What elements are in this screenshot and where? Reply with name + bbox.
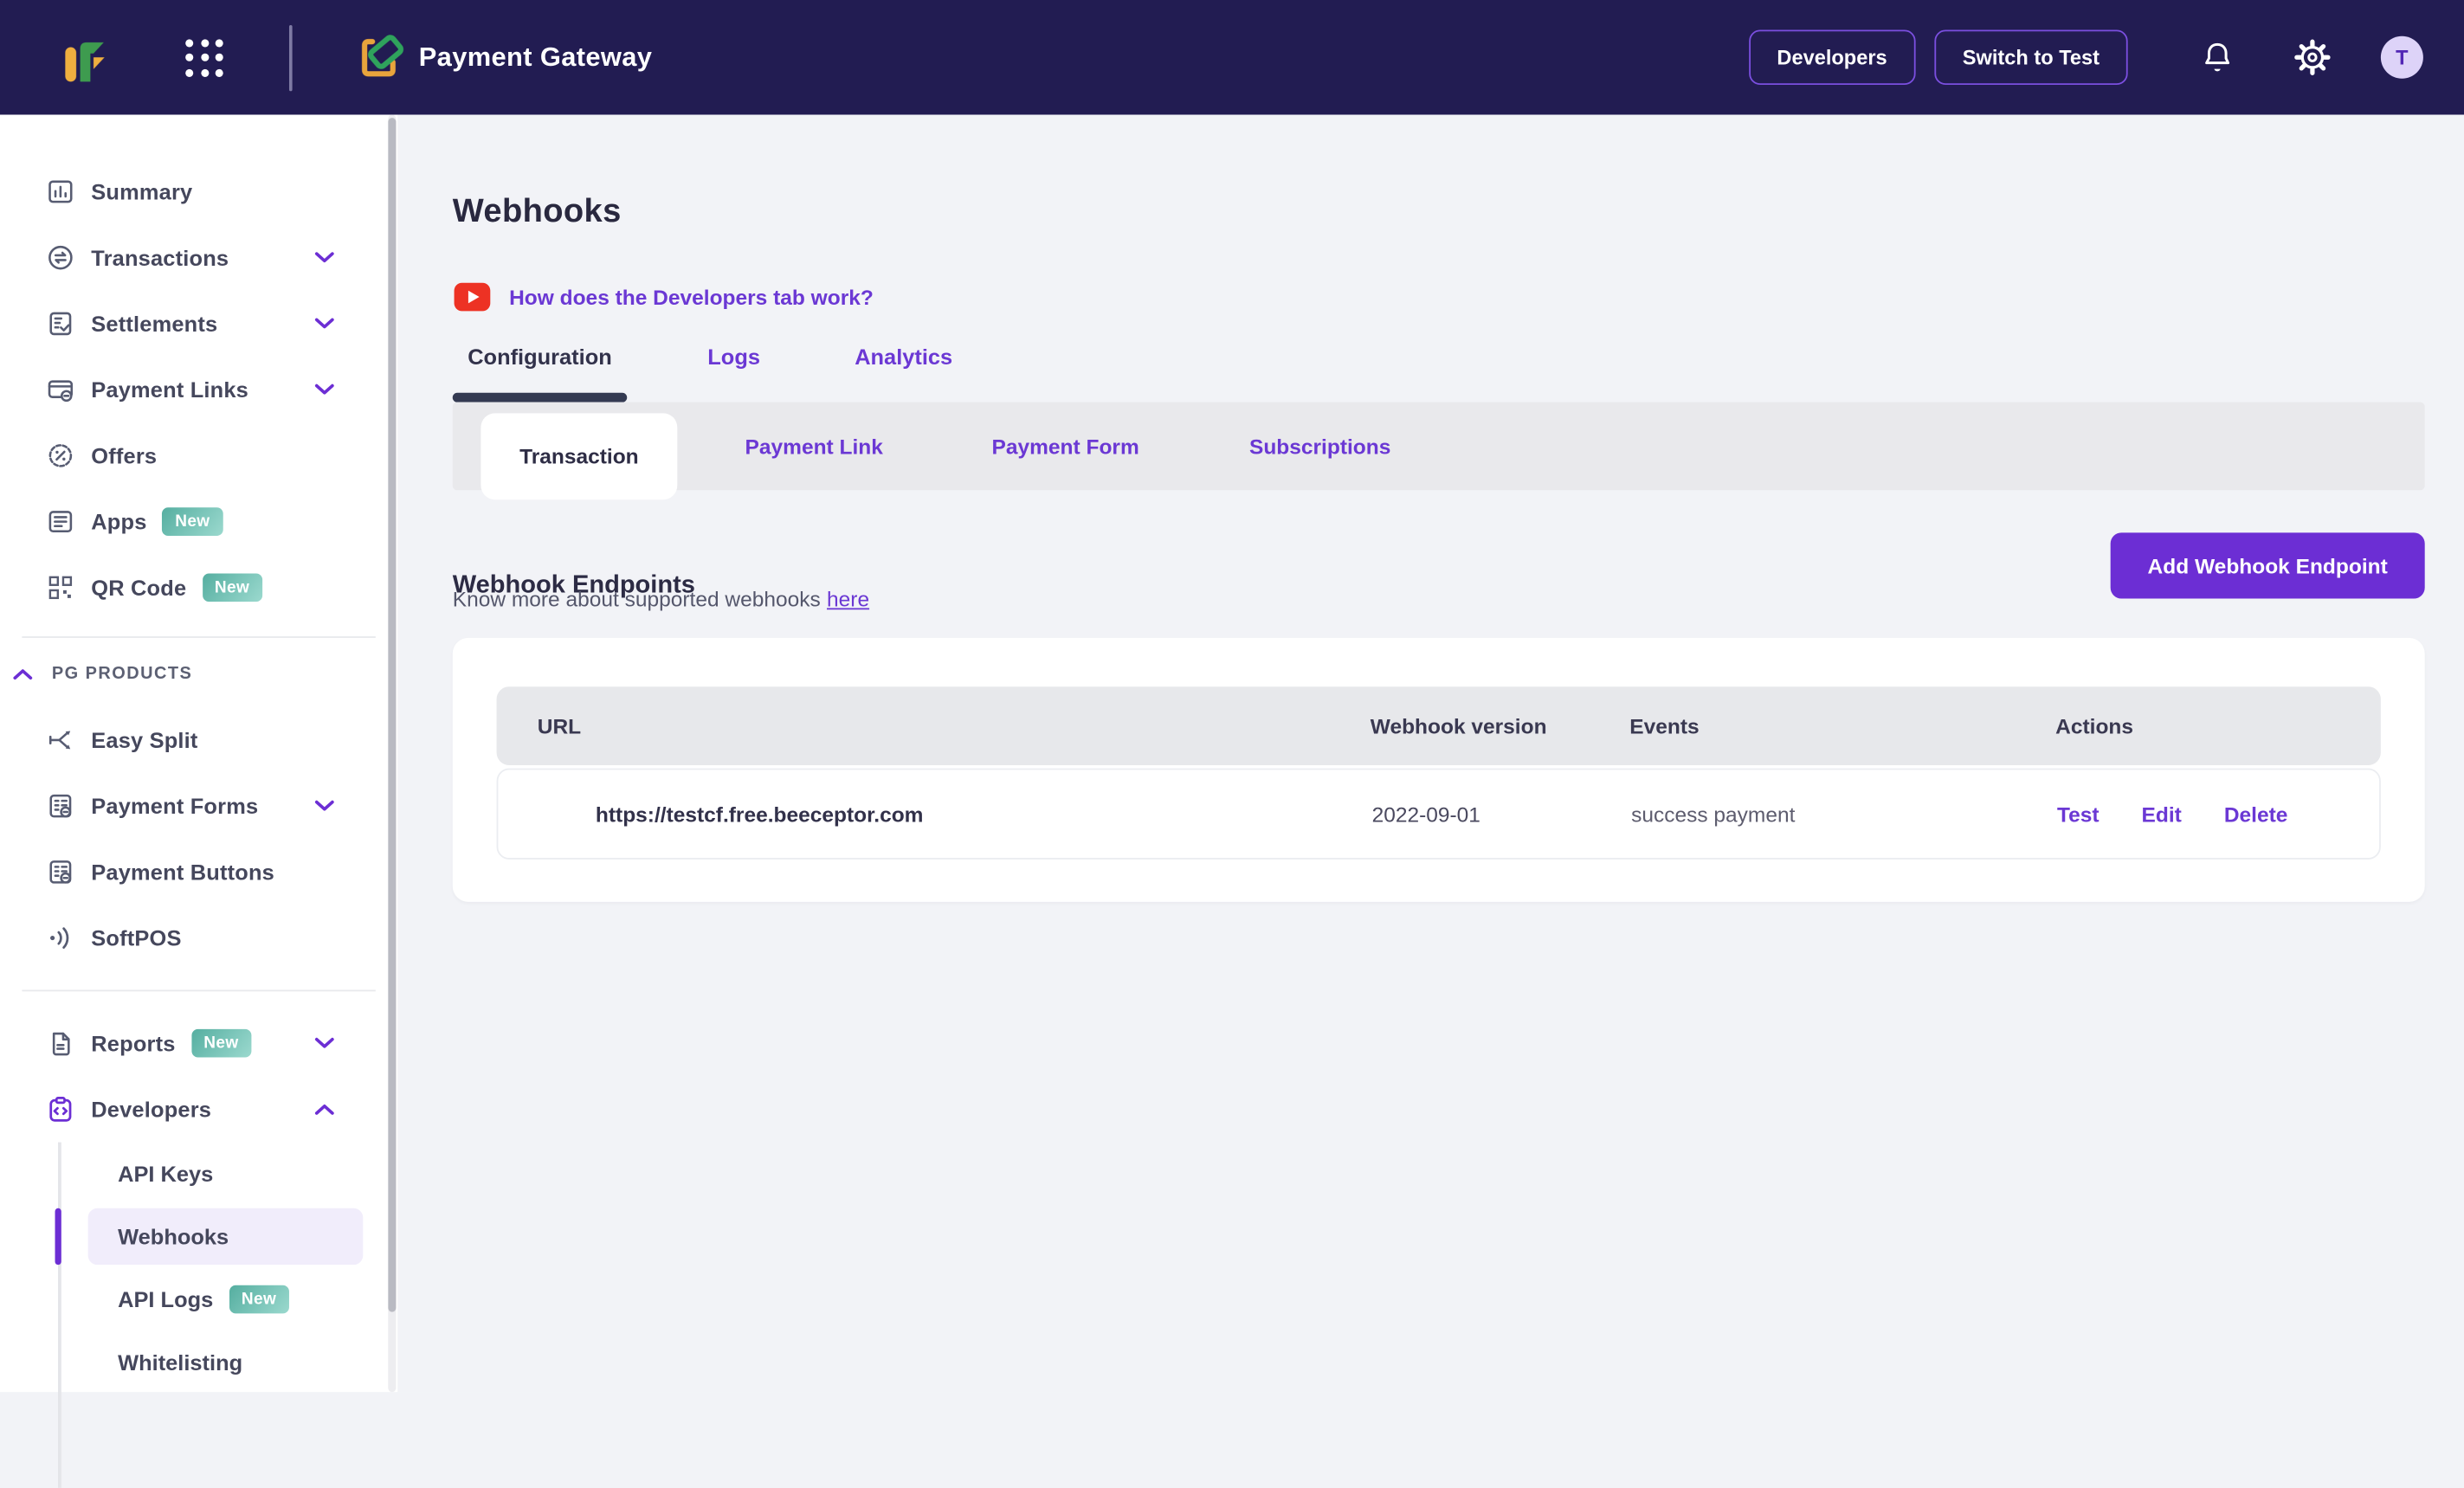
payment-links-icon — [47, 376, 74, 404]
column-header-url: URL — [497, 714, 1371, 738]
sidebar-item-qr-code[interactable]: QR Code New — [0, 555, 397, 621]
test-action-link[interactable]: Test — [2057, 802, 2100, 826]
webhook-version: 2022-09-01 — [1372, 802, 1631, 826]
chevron-down-icon — [314, 383, 335, 396]
add-webhook-endpoint-button[interactable]: Add Webhook Endpoint — [2111, 532, 2425, 598]
subtab-subscriptions[interactable]: Subscriptions — [1194, 403, 1445, 491]
column-header-webhook-version: Webhook version — [1371, 714, 1629, 738]
table-row: https://testcf.free.beeceptor.com 2022-0… — [497, 769, 2381, 860]
settlements-icon — [47, 310, 74, 338]
qr-code-icon — [47, 574, 74, 602]
sidebar-item-payment-links[interactable]: Payment Links — [0, 357, 397, 422]
sidebar-item-api-keys[interactable]: API Keys — [0, 1143, 397, 1206]
webhook-url: https://testcf.free.beeceptor.com — [498, 802, 1371, 826]
avatar-initial: T — [2396, 46, 2408, 69]
brand-logo-icon[interactable] — [63, 32, 107, 82]
youtube-play-icon — [455, 283, 491, 312]
sidebar-item-apps[interactable]: Apps New — [0, 488, 397, 554]
developers-icon — [47, 1095, 74, 1124]
column-header-events: Events — [1629, 714, 2055, 738]
sidebar-section-pg-products[interactable]: PG PRODUCTS — [0, 647, 397, 701]
supported-webhooks-link[interactable]: here — [827, 588, 869, 611]
chevron-down-icon — [314, 251, 335, 264]
sidebar-item-softpos[interactable]: SoftPOS — [0, 905, 397, 970]
tab-analytics[interactable]: Analytics — [841, 345, 966, 370]
topbar-divider — [289, 24, 292, 90]
apps-icon — [47, 507, 74, 536]
payment-gateway-icon — [354, 33, 403, 81]
edit-action-link[interactable]: Edit — [2142, 802, 2182, 826]
main-tabs: Configuration Logs Analytics — [453, 345, 967, 398]
chevron-down-icon — [314, 1037, 335, 1050]
payment-forms-icon — [47, 792, 74, 821]
sidebar-item-developers[interactable]: Developers — [0, 1076, 397, 1142]
section-subtitle: Know more about supported webhookshere — [453, 588, 869, 611]
product-name: Payment Gateway — [419, 42, 653, 73]
sidebar-item-payment-forms[interactable]: Payment Forms — [0, 773, 397, 839]
chevron-up-icon — [13, 667, 34, 680]
sidebar-item-api-logs[interactable]: API Logs New — [0, 1268, 397, 1331]
help-video-label: How does the Developers tab work? — [509, 285, 874, 308]
chevron-down-icon — [314, 318, 335, 331]
delete-action-link[interactable]: Delete — [2224, 802, 2288, 826]
sidebar-item-settlements[interactable]: Settlements — [0, 291, 397, 357]
sidebar-divider — [22, 990, 375, 992]
column-header-actions: Actions — [2055, 714, 2381, 738]
row-actions: Test Edit Delete — [2057, 802, 2379, 826]
bar-chart-icon — [47, 177, 74, 206]
new-badge: New — [191, 1029, 251, 1058]
topbar: Payment Gateway Developers Switch to Tes… — [0, 0, 2464, 115]
sidebar-scrollbar-thumb[interactable] — [388, 118, 396, 1311]
page-title: Webhooks — [453, 193, 622, 231]
sidebar-item-whitelisting[interactable]: Whitelisting — [0, 1330, 397, 1394]
switch-to-test-button[interactable]: Switch to Test — [1934, 29, 2128, 85]
active-item-indicator — [55, 1208, 61, 1265]
new-badge: New — [163, 507, 223, 536]
sidebar-divider — [22, 636, 375, 638]
subtab-payment-form[interactable]: Payment Form — [939, 403, 1190, 491]
product-switcher[interactable]: Payment Gateway — [354, 33, 652, 81]
chevron-up-icon — [314, 1103, 335, 1116]
tab-logs[interactable]: Logs — [690, 345, 778, 370]
sidebar-item-summary[interactable]: Summary — [0, 158, 397, 224]
sidebar-item-offers[interactable]: Offers — [0, 422, 397, 488]
sidebar: Summary Transactions — [0, 115, 397, 1393]
active-tab-underline — [453, 393, 627, 403]
table-header: URL Webhook version Events Actions — [497, 686, 2381, 765]
app-window: Payment Gateway Developers Switch to Tes… — [0, 0, 2464, 1392]
tab-configuration[interactable]: Configuration — [453, 345, 627, 370]
developers-nav-button[interactable]: Developers — [1749, 29, 1916, 85]
developers-submenu: API Keys Webhooks API Logs New Whitelist… — [0, 1143, 397, 1394]
sidebar-item-payment-buttons[interactable]: Payment Buttons — [0, 839, 397, 905]
new-badge: New — [202, 574, 261, 602]
subtab-payment-link[interactable]: Payment Link — [688, 403, 939, 491]
sidebar-item-webhooks[interactable]: Webhooks — [0, 1205, 397, 1268]
transactions-icon — [47, 243, 74, 272]
reports-icon — [47, 1029, 74, 1058]
webhook-events: success payment — [1631, 802, 2057, 826]
help-video-link[interactable]: How does the Developers tab work? — [455, 283, 874, 312]
sidebar-item-easy-split[interactable]: Easy Split — [0, 707, 397, 773]
user-avatar[interactable]: T — [2381, 36, 2423, 79]
notifications-bell-icon[interactable] — [2200, 38, 2235, 76]
easy-split-icon — [47, 726, 74, 755]
chevron-down-icon — [314, 800, 335, 813]
sidebar-item-reports[interactable]: Reports New — [0, 1010, 397, 1076]
subtab-transaction[interactable]: Transaction — [481, 413, 677, 499]
new-badge: New — [229, 1285, 288, 1314]
payment-buttons-icon — [47, 858, 74, 886]
sidebar-item-transactions[interactable]: Transactions — [0, 225, 397, 291]
offers-icon — [47, 441, 74, 470]
main-content: Webhooks How does the Developers tab wor… — [397, 115, 2464, 1393]
softpos-icon — [47, 924, 74, 952]
apps-grid-icon[interactable] — [185, 38, 223, 76]
settings-gear-icon[interactable] — [2294, 39, 2331, 75]
webhooks-table-card: URL Webhook version Events Actions https… — [453, 638, 2425, 902]
